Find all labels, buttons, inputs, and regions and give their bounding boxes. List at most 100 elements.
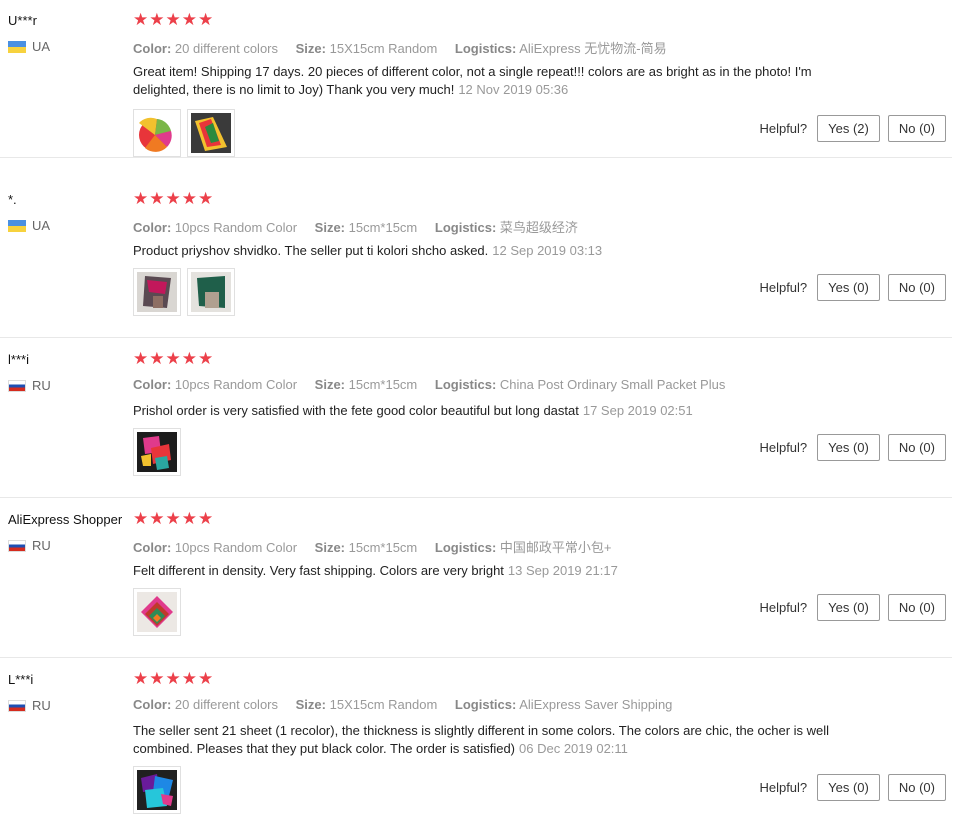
review-item: L***i RU ★ ★ ★ ★ ★ Color: 20 different color… [0, 658, 952, 824]
no-vote-button[interactable]: No (0) [887, 594, 946, 621]
no-vote-button[interactable]: No (0) [887, 274, 946, 301]
review-photo[interactable] [133, 109, 181, 157]
no-vote-button[interactable]: No (0) [887, 434, 946, 461]
yes-vote-button[interactable]: Yes (0) [817, 434, 880, 461]
review-photo[interactable] [187, 109, 235, 157]
helpful-label: Helpful? [759, 440, 808, 455]
helpful-votes: Helpful? Yes (2) No (0) [759, 115, 946, 142]
size-label: Size: [314, 220, 345, 235]
yes-vote-button[interactable]: Yes (2) [817, 115, 880, 142]
color-value: 20 different colors [174, 41, 279, 56]
no-vote-button[interactable]: No (0) [887, 115, 946, 142]
review-photos [133, 588, 181, 636]
reviewer-country: RU [8, 698, 51, 713]
country-code: UA [32, 39, 51, 54]
size-label: Size: [295, 41, 326, 56]
helpful-votes: Helpful? Yes (0) No (0) [759, 434, 946, 461]
size-value: 15cm*15cm [348, 220, 418, 235]
review-photos [133, 428, 181, 476]
helpful-label: Helpful? [759, 280, 808, 295]
size-value: 15X15cm Random [329, 41, 438, 56]
logistics-label: Logistics: [454, 697, 517, 712]
rating-stars: ★ ★ ★ ★ ★ [133, 670, 213, 688]
star-icon: ★ [133, 189, 149, 208]
review-date: 12 Nov 2019 05:36 [458, 82, 569, 97]
review-photos [133, 766, 181, 814]
reviewer-country: UA [8, 39, 50, 54]
color-label: Color: [133, 220, 172, 235]
order-info: Color: 20 different colors Size: 15X15cm… [133, 38, 667, 57]
star-icon: ★ [149, 10, 165, 29]
logistics-value: 中国邮政平常小包+ [499, 540, 612, 555]
yes-vote-button[interactable]: Yes (0) [817, 774, 880, 801]
review-item: l***i RU ★ ★ ★ ★ ★ Color: 10pcs Random Color… [0, 338, 952, 498]
logistics-value: China Post Ordinary Small Packet Plus [499, 377, 726, 392]
star-icon: ★ [133, 10, 149, 29]
star-icon: ★ [181, 10, 197, 29]
flag-russia-icon [8, 699, 26, 712]
color-value: 10pcs Random Color [174, 540, 298, 555]
reviewer-name: AliExpress Shopper [8, 512, 123, 527]
review-date: 06 Dec 2019 02:11 [519, 741, 628, 756]
star-icon: ★ [165, 10, 181, 29]
logistics-value: 菜鸟超级经济 [499, 220, 578, 235]
review-date: 17 Sep 2019 02:51 [582, 403, 693, 418]
color-value: 10pcs Random Color [174, 377, 298, 392]
helpful-votes: Helpful? Yes (0) No (0) [759, 774, 946, 801]
logistics-label: Logistics: [434, 540, 497, 555]
reviewer-name: L***i [8, 672, 34, 687]
review-date: 12 Sep 2019 03:13 [492, 243, 603, 258]
helpful-label: Helpful? [759, 780, 808, 795]
helpful-label: Helpful? [759, 600, 808, 615]
review-photo[interactable] [187, 268, 235, 316]
review-item: *. UA ★ ★ ★ ★ ★ Color: 10pcs Random Color Si… [0, 178, 952, 338]
logistics-value: AliExpress Saver Shipping [519, 697, 673, 712]
star-icon: ★ [198, 669, 214, 688]
review-item: U***r UA ★ ★ ★ ★ ★ Color: 20 different color… [0, 0, 952, 158]
feedback-text: The seller sent 21 sheet (1 recolor), th… [133, 723, 830, 756]
yes-vote-button[interactable]: Yes (0) [817, 274, 880, 301]
color-label: Color: [133, 697, 172, 712]
review-photos [133, 268, 235, 316]
size-value: 15X15cm Random [329, 697, 438, 712]
star-icon: ★ [198, 10, 214, 29]
yes-vote-button[interactable]: Yes (0) [817, 594, 880, 621]
order-info: Color: 10pcs Random Color Size: 15cm*15c… [133, 377, 725, 392]
rating-stars: ★ ★ ★ ★ ★ [133, 11, 213, 29]
no-vote-button[interactable]: No (0) [887, 774, 946, 801]
review-item: AliExpress Shopper RU ★ ★ ★ ★ ★ Color: 10pcs… [0, 498, 952, 658]
star-icon: ★ [133, 349, 149, 368]
review-photo[interactable] [133, 268, 181, 316]
star-icon: ★ [181, 669, 197, 688]
review-text: Felt different in density. Very fast shi… [133, 562, 863, 580]
review-photo[interactable] [133, 588, 181, 636]
country-code: UA [32, 218, 51, 233]
feedback-text: Product priyshov shvidko. The seller put… [133, 243, 489, 258]
star-icon: ★ [181, 509, 197, 528]
review-date: 13 Sep 2019 21:17 [507, 563, 618, 578]
size-label: Size: [314, 377, 345, 392]
star-icon: ★ [149, 509, 165, 528]
reviewer-name: l***i [8, 352, 29, 367]
star-icon: ★ [133, 509, 149, 528]
review-photo[interactable] [133, 766, 181, 814]
color-label: Color: [133, 540, 172, 555]
star-icon: ★ [133, 669, 149, 688]
country-code: RU [32, 538, 51, 553]
helpful-label: Helpful? [759, 121, 808, 136]
feedback-text: Prishol order is very satisfied with the… [133, 403, 579, 418]
star-icon: ★ [149, 349, 165, 368]
size-label: Size: [314, 540, 345, 555]
review-photos [133, 109, 235, 157]
size-value: 15cm*15cm [348, 377, 418, 392]
reviewer-name: *. [8, 192, 17, 207]
review-photo[interactable] [133, 428, 181, 476]
feedback-text: Felt different in density. Very fast shi… [133, 563, 504, 578]
star-icon: ★ [165, 669, 181, 688]
flag-russia-icon [8, 379, 26, 392]
star-icon: ★ [198, 349, 214, 368]
logistics-value: AliExpress 无忧物流-简易 [519, 41, 667, 56]
logistics-label: Logistics: [434, 220, 497, 235]
country-code: RU [32, 698, 51, 713]
order-info: Color: 10pcs Random Color Size: 15cm*15c… [133, 537, 612, 556]
